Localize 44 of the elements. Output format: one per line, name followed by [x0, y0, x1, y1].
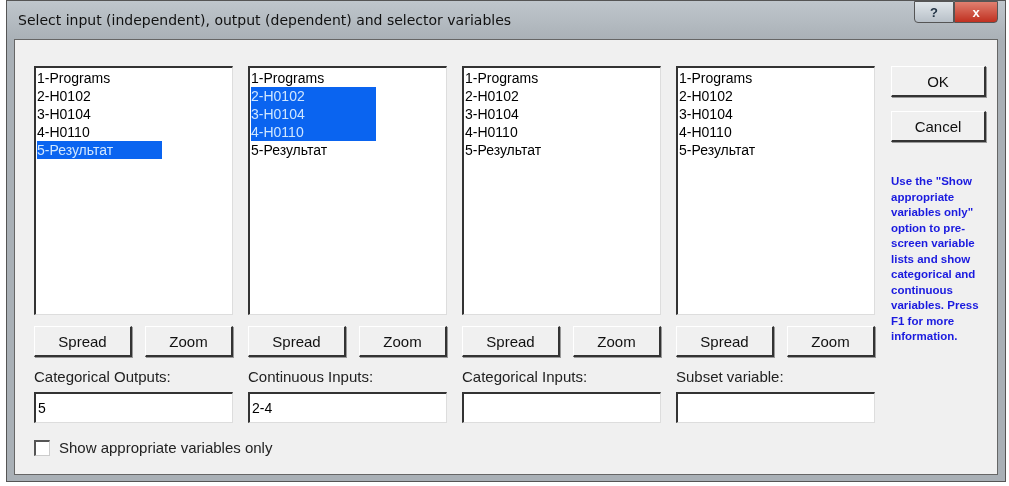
list-item[interactable]: 5-Результат — [251, 141, 328, 159]
zoom-button[interactable]: Zoom — [787, 326, 875, 357]
checkbox-label: Show appropriate variables only — [59, 439, 273, 456]
zoom-button[interactable]: Zoom — [573, 326, 661, 357]
input-field[interactable] — [676, 392, 875, 423]
list-item[interactable]: 3-H0104 — [251, 105, 376, 123]
list-item[interactable]: 3-H0104 — [465, 105, 519, 123]
spread-button[interactable]: Spread — [676, 326, 774, 357]
field-label: Continuous Inputs: — [248, 368, 375, 385]
list-item[interactable]: 5-Результат — [465, 141, 542, 159]
list-item[interactable]: 5-Результат — [37, 141, 162, 159]
list-item[interactable]: 4-H0110 — [251, 123, 376, 141]
input-field[interactable]: 2-4 — [248, 392, 447, 423]
cancel-button[interactable]: Cancel — [891, 111, 986, 142]
list-item[interactable]: 5-Результат — [679, 141, 756, 159]
list-item[interactable]: 2-H0102 — [251, 87, 376, 105]
field-label: Categorical Inputs: — [462, 368, 589, 385]
list-item[interactable]: 1-Programs — [251, 69, 325, 87]
list-item[interactable]: 1-Programs — [679, 69, 753, 87]
spread-button[interactable]: Spread — [248, 326, 346, 357]
list-item[interactable]: 4-H0110 — [679, 123, 732, 141]
checkbox[interactable] — [34, 439, 50, 456]
window-title: Select input (independent), output (dependent) and selector variables — [17, 12, 512, 28]
zoom-button[interactable]: Zoom — [359, 326, 447, 357]
list-item[interactable]: 2-H0102 — [37, 87, 91, 105]
help-button[interactable]: ? — [914, 1, 954, 23]
list-item[interactable]: 2-H0102 — [679, 87, 733, 105]
list-item[interactable]: 4-H0110 — [465, 123, 518, 141]
spread-button[interactable]: Spread — [34, 326, 132, 357]
list-item[interactable]: 3-H0104 — [679, 105, 733, 123]
list-item[interactable]: 1-Programs — [465, 69, 539, 87]
ok-button[interactable]: OK — [891, 66, 986, 97]
field-label: Categorical Outputs: — [34, 368, 172, 385]
list-item[interactable]: 3-H0104 — [37, 105, 91, 123]
list-item[interactable]: 4-H0110 — [37, 123, 90, 141]
close-button[interactable]: x — [954, 1, 998, 23]
list-item[interactable]: 1-Programs — [37, 69, 111, 87]
input-field[interactable] — [462, 392, 661, 423]
help-text: Use the "Show appropriate variables only" option to pre-screen variable lists and show categorical and continuous variables. Press F1 for more information. — [891, 174, 980, 344]
list-item[interactable]: 2-H0102 — [465, 87, 519, 105]
spread-button[interactable]: Spread — [462, 326, 560, 357]
field-label: Subset variable: — [676, 368, 785, 385]
input-field[interactable]: 5 — [34, 392, 233, 423]
zoom-button[interactable]: Zoom — [145, 326, 233, 357]
